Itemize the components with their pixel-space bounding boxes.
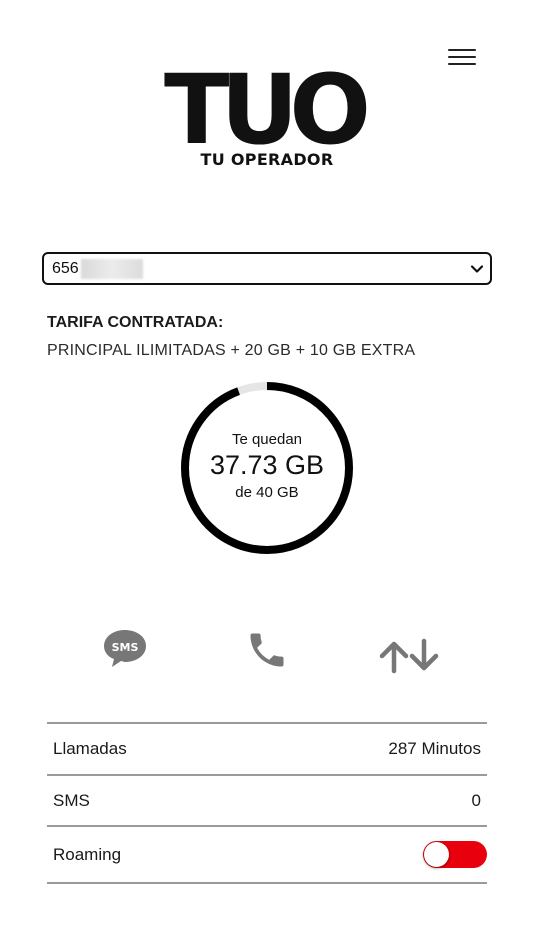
logo-tagline: TU OPERADOR: [200, 150, 334, 169]
phone-line-select[interactable]: 656: [42, 252, 492, 285]
menu-line: [448, 49, 476, 51]
toggle-knob: [424, 842, 449, 867]
logo-wordmark: TUO: [163, 54, 371, 166]
calls-row: Llamadas 287 Minutos: [47, 724, 487, 776]
sms-bubble-icon[interactable]: SMS: [102, 628, 148, 670]
calls-value: 287 Minutos: [388, 739, 481, 758]
data-transfer-icon[interactable]: [378, 638, 440, 674]
menu-line: [448, 56, 476, 58]
sms-value: 0: [471, 790, 481, 810]
line-number: 656: [52, 259, 79, 277]
masked-digits: [80, 258, 143, 279]
chevron-down-icon: [470, 265, 484, 273]
sms-label: SMS: [53, 790, 90, 810]
tariff-name: PRINCIPAL ILIMITADAS + 20 GB + 10 GB EXT…: [47, 342, 416, 359]
tariff-title: TARIFA CONTRATADA:: [47, 314, 224, 331]
roaming-toggle[interactable]: [423, 841, 487, 868]
roaming-row: Roaming: [47, 827, 487, 884]
phone-icon[interactable]: [244, 628, 290, 672]
brand-logo: TUO TU OPERADOR: [0, 54, 534, 169]
gauge-remaining-value: 37.73 GB: [209, 450, 325, 480]
gauge-label-top: Te quedan: [231, 431, 303, 448]
roaming-label: Roaming: [53, 844, 122, 864]
hamburger-menu-button[interactable]: [446, 46, 478, 68]
sms-row: SMS 0: [47, 776, 487, 827]
consumption-list: Llamadas 287 Minutos SMS 0 Roaming: [47, 722, 487, 884]
calls-label: Llamadas: [53, 739, 127, 758]
menu-line: [448, 63, 476, 65]
gauge-label-bottom: de 40 GB: [235, 484, 299, 501]
gauge-label: Te quedan 37.73 GB de 40 GB: [180, 381, 354, 555]
svg-text:SMS: SMS: [112, 641, 139, 654]
